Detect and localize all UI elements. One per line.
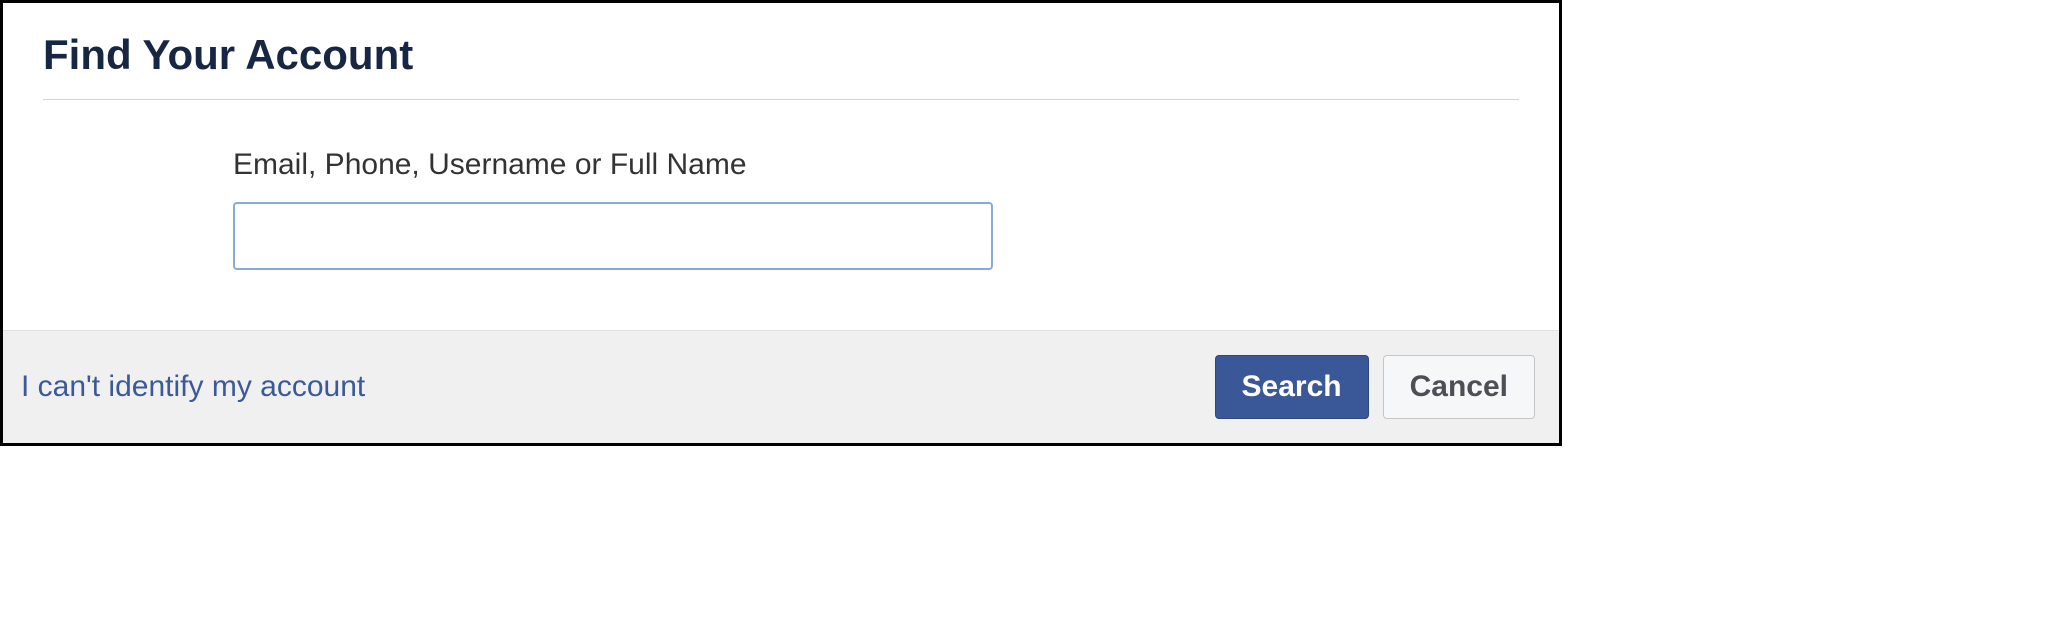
footer-buttons: Search Cancel [1215,355,1535,419]
cant-identify-link[interactable]: I can't identify my account [21,370,365,404]
dialog-footer: I can't identify my account Search Cance… [3,330,1559,443]
search-button[interactable]: Search [1215,355,1369,419]
dialog-title: Find Your Account [43,31,1519,79]
identifier-input[interactable] [233,202,993,270]
identifier-label: Email, Phone, Username or Full Name [233,148,1519,182]
dialog-header: Find Your Account [3,3,1559,99]
dialog-body: Email, Phone, Username or Full Name [3,100,1559,330]
find-account-dialog: Find Your Account Email, Phone, Username… [0,0,1562,446]
cancel-button[interactable]: Cancel [1383,355,1535,419]
